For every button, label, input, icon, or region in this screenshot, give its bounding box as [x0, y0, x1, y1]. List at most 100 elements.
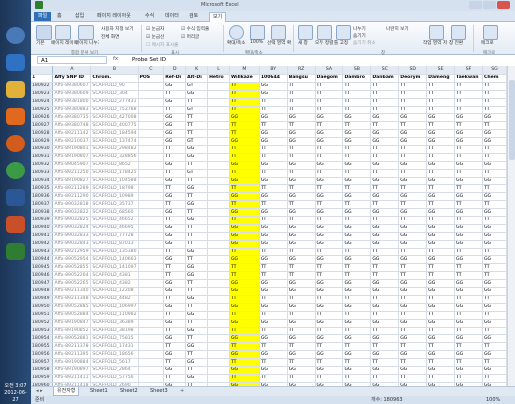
- table-cell[interactable]: TT: [229, 216, 260, 225]
- table-cell[interactable]: SCAFFOLD_752788: [90, 106, 139, 115]
- ribbon-formula-bar[interactable]: ☑ 수식 입력줄: [181, 26, 209, 32]
- table-cell[interactable]: TT: [426, 145, 456, 154]
- table-cell[interactable]: TT: [229, 263, 260, 273]
- table-cell[interactable]: TT: [185, 208, 209, 218]
- table-cell[interactable]: [138, 121, 165, 131]
- folder-icon[interactable]: [6, 81, 25, 98]
- table-cell[interactable]: [138, 184, 165, 194]
- table-cell[interactable]: GG: [185, 327, 209, 336]
- close-button[interactable]: [497, 1, 510, 9]
- table-cell[interactable]: GG: [259, 90, 288, 99]
- table-cell[interactable]: [207, 208, 230, 218]
- table-cell[interactable]: [138, 350, 165, 360]
- table-cell[interactable]: GG: [185, 263, 209, 273]
- table-cell[interactable]: [207, 287, 230, 296]
- table-cell[interactable]: TT: [342, 374, 372, 383]
- table-cell[interactable]: TT: [287, 248, 316, 257]
- table-cell[interactable]: GG: [342, 303, 372, 312]
- table-cell[interactable]: TT: [163, 145, 187, 154]
- table-cell[interactable]: TT: [229, 169, 260, 178]
- table-cell[interactable]: TT: [454, 200, 483, 210]
- tab-review[interactable]: 검토: [189, 12, 198, 21]
- table-cell[interactable]: GG: [482, 192, 507, 202]
- table-cell[interactable]: GG: [163, 129, 187, 139]
- row-number[interactable]: 180942: [31, 240, 54, 249]
- table-cell[interactable]: [207, 161, 230, 170]
- table-cell[interactable]: [138, 153, 165, 162]
- table-cell[interactable]: SCAFFOLD_277431: [90, 98, 139, 107]
- table-cell[interactable]: GG: [287, 287, 316, 296]
- table-cell[interactable]: GG: [398, 224, 428, 233]
- tab-insert[interactable]: 삽입: [75, 12, 84, 21]
- table-cell[interactable]: GG: [454, 232, 483, 241]
- table-cell[interactable]: GG: [259, 366, 288, 375]
- table-cell[interactable]: TT: [454, 121, 483, 131]
- table-cell[interactable]: [138, 271, 165, 281]
- table-cell[interactable]: TT: [482, 169, 507, 178]
- table-cell[interactable]: TT: [454, 271, 483, 281]
- header-cell[interactable]: Chem: [482, 74, 507, 83]
- row-number[interactable]: 180944: [31, 255, 54, 265]
- table-cell[interactable]: Affx-89032818: [52, 200, 92, 210]
- row-number[interactable]: 180932: [31, 161, 54, 170]
- table-cell[interactable]: GG: [482, 240, 507, 249]
- ribbon-unhide[interactable]: 숨기기 취소: [353, 40, 376, 46]
- word-icon[interactable]: [6, 189, 25, 206]
- table-cell[interactable]: TT: [287, 327, 316, 336]
- table-cell[interactable]: TT: [398, 98, 428, 107]
- table-cell[interactable]: Affx-89032833: [52, 232, 92, 241]
- table-cell[interactable]: GG: [229, 303, 260, 312]
- table-cell[interactable]: GG: [259, 319, 288, 328]
- table-cell[interactable]: Affx-89212959: [52, 248, 92, 257]
- table-cell[interactable]: TT: [315, 82, 344, 91]
- table-cell[interactable]: TT: [454, 216, 483, 225]
- row-number[interactable]: 180959: [31, 374, 54, 383]
- row-number[interactable]: 180950: [31, 303, 54, 312]
- table-cell[interactable]: TT: [482, 295, 507, 304]
- table-cell[interactable]: GG: [229, 319, 260, 328]
- header-cell[interactable]: Taekwan: [454, 74, 483, 83]
- table-cell[interactable]: TT: [315, 311, 344, 320]
- table-cell[interactable]: Affx-89052264: [52, 271, 92, 281]
- table-cell[interactable]: [207, 177, 230, 186]
- table-cell[interactable]: [138, 98, 165, 107]
- scroll-thumb[interactable]: [509, 80, 515, 160]
- table-cell[interactable]: GG: [287, 319, 316, 328]
- column-header[interactable]: B: [90, 66, 139, 75]
- table-cell[interactable]: SCAFFOLD_427008: [90, 113, 139, 123]
- table-cell[interactable]: GG: [287, 177, 316, 186]
- table-cell[interactable]: TT: [287, 311, 316, 320]
- table-cell[interactable]: Affx-89032825: [52, 216, 92, 225]
- table-cell[interactable]: TT: [370, 295, 400, 304]
- table-cell[interactable]: TT: [482, 248, 507, 257]
- table-cell[interactable]: GG: [229, 224, 260, 233]
- table-cell[interactable]: GG: [342, 279, 372, 289]
- table-cell[interactable]: Affx-89380735: [52, 113, 92, 123]
- table-cell[interactable]: TT: [426, 153, 456, 162]
- table-cell[interactable]: GG: [398, 113, 428, 123]
- table-cell[interactable]: TT: [370, 271, 400, 281]
- table-cell[interactable]: TT: [229, 295, 260, 304]
- table-cell[interactable]: GG: [229, 279, 260, 289]
- table-cell[interactable]: GG: [229, 366, 260, 375]
- table-cell[interactable]: GG: [454, 303, 483, 312]
- table-cell[interactable]: Affx-89210037: [52, 137, 92, 147]
- table-cell[interactable]: [138, 113, 165, 123]
- table-cell[interactable]: TT: [370, 374, 400, 383]
- table-cell[interactable]: GG: [287, 224, 316, 233]
- sheet-tab[interactable]: Sheet2: [117, 387, 141, 395]
- table-cell[interactable]: GG: [229, 161, 260, 170]
- table-cell[interactable]: TT: [342, 248, 372, 257]
- table-cell[interactable]: TT: [259, 342, 288, 352]
- table-cell[interactable]: SCAFFOLD_5617: [90, 358, 139, 367]
- table-cell[interactable]: GG: [229, 208, 260, 218]
- table-cell[interactable]: GG: [342, 224, 372, 233]
- table-cell[interactable]: TT: [482, 82, 507, 91]
- row-number[interactable]: 180954: [31, 334, 54, 344]
- table-cell[interactable]: TT: [287, 200, 316, 210]
- table-cell[interactable]: [207, 184, 230, 194]
- table-cell[interactable]: [207, 263, 230, 273]
- ribbon-page-layout[interactable]: 페이지 레이아웃: [51, 40, 77, 46]
- table-cell[interactable]: GG: [259, 177, 288, 186]
- table-cell[interactable]: TT: [287, 263, 316, 273]
